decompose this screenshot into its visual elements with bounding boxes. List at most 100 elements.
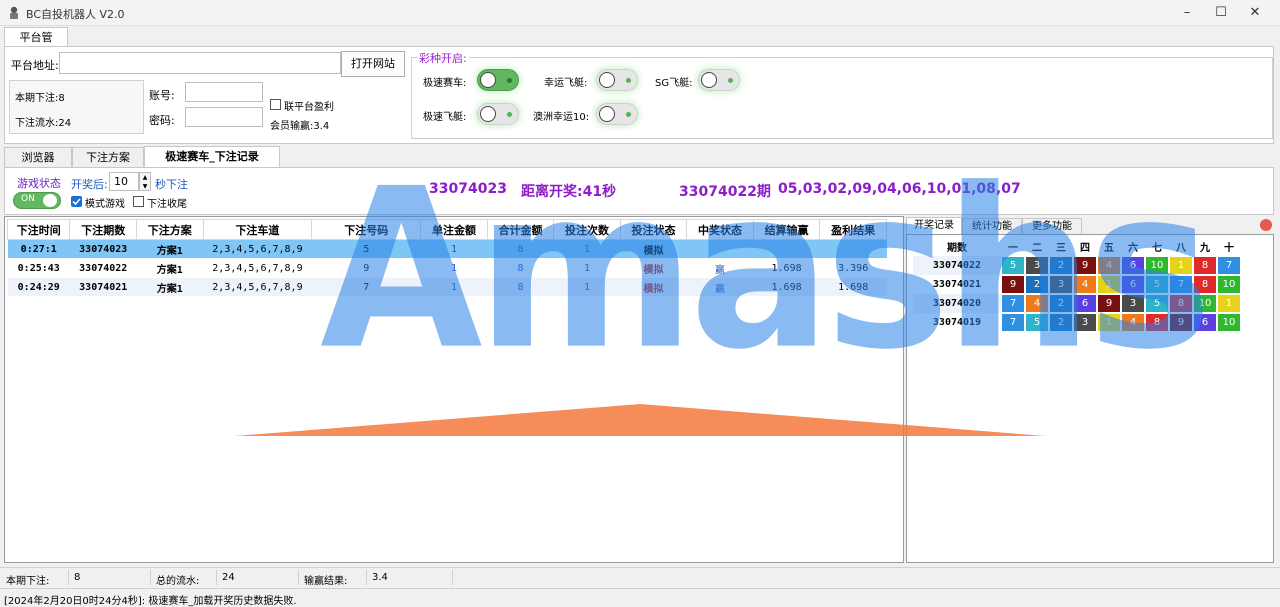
- position-header: 十: [1224, 243, 1234, 254]
- seconds-input[interactable]: [109, 172, 139, 191]
- draw-table-header: 期数 一 二 三 四 五 六 七 八 九 十: [913, 237, 1241, 256]
- tab-draw-record[interactable]: 开奖记录: [906, 217, 962, 234]
- draw-row[interactable]: 33074019 7 5 2 3 1 4 8 9 6 10: [913, 313, 1241, 332]
- lottery-group-legend: 彩种开启:: [417, 50, 469, 66]
- switch-knob: [480, 106, 496, 122]
- column-header[interactable]: 下注号码: [311, 219, 422, 240]
- open-site-button[interactable]: 打开网站: [341, 51, 405, 77]
- switch-sg-boat[interactable]: [698, 69, 740, 91]
- ball-number: 4: [1026, 295, 1048, 312]
- tab-more[interactable]: 更多功能: [1022, 218, 1082, 234]
- tab-browser[interactable]: 浏览器: [4, 147, 72, 167]
- switch-speed-boat[interactable]: [477, 103, 519, 125]
- game-status-toggle[interactable]: ON: [13, 192, 61, 209]
- close-button[interactable]: ✕: [1232, 0, 1278, 26]
- table-cell: 9: [311, 258, 421, 278]
- table-cell: 1: [553, 239, 621, 259]
- column-header[interactable]: 投注次数: [553, 219, 621, 240]
- ball-number: 2: [1026, 276, 1048, 293]
- controls-row: 游戏状态 ON 开奖后: ▲▼ 秒下注 模式游戏 下注收尾 33074023 距…: [4, 167, 1274, 215]
- ball-number: 1: [1218, 295, 1240, 312]
- table-cell: 赢: [686, 277, 754, 297]
- ball-number: 5: [1146, 295, 1168, 312]
- lottery-group: [411, 57, 1273, 139]
- switch-dot: [507, 78, 512, 83]
- seconds-spinner[interactable]: ▲ ▼: [139, 172, 151, 191]
- draw-panel: 期数一二三四五六七八九十 33074022 5 3 2 9 4 6 10 1 8 7 33074021…: [906, 234, 1274, 563]
- status-bar: 本期下注: 8 总的流水: 24 输赢结果: 3.4: [0, 567, 1280, 587]
- switch-lucky-boat[interactable]: [596, 69, 638, 91]
- table-row[interactable]: 0:27:1 33074023 方案1 2,3,4,5,6,7,8,9 5 1 8 1 模拟: [7, 239, 887, 259]
- draw-row[interactable]: 33074022 5 3 2 9 4 6 10 1 8 7: [913, 256, 1241, 275]
- column-header[interactable]: 合计金额: [486, 219, 555, 240]
- ball-number: 4: [1074, 276, 1096, 293]
- status-indicator-icon: [1260, 219, 1272, 231]
- table-cell: 方案1: [136, 277, 204, 297]
- mode-game-label: 模式游戏: [85, 199, 125, 210]
- ball-number: 1: [1170, 257, 1192, 274]
- ball-cell: 5: [1145, 294, 1169, 313]
- column-header[interactable]: 中奖状态: [686, 219, 754, 240]
- table-cell: 模拟: [620, 277, 687, 297]
- tab-statistics[interactable]: 统计功能: [962, 218, 1022, 234]
- switch-aus-lucky10[interactable]: [596, 103, 638, 125]
- password-input[interactable]: [185, 107, 263, 127]
- tab-platform-manage[interactable]: 平台管理: [4, 27, 68, 63]
- countdown: 距离开奖:41秒: [521, 184, 617, 200]
- ball-cell: 7: [1001, 313, 1025, 332]
- address-input[interactable]: [59, 52, 341, 74]
- tab-bet-plan[interactable]: 下注方案: [72, 147, 144, 167]
- close-tail-checkbox[interactable]: [133, 196, 144, 207]
- ball-number: 4: [1122, 314, 1144, 331]
- close-tail-label: 下注收尾: [147, 199, 187, 210]
- table-row[interactable]: 0:24:29 33074021 方案1 2,3,4,5,6,7,8,9 7 1 8 1 模拟赢…: [7, 277, 887, 297]
- last-issue: 33074022期: [679, 184, 771, 200]
- column-header[interactable]: 下注时间: [6, 219, 71, 240]
- tab-bet-record[interactable]: 极速赛车_下注记录: [144, 146, 280, 167]
- column-header[interactable]: 下注车道: [202, 219, 313, 240]
- account-input[interactable]: [185, 82, 263, 102]
- ball-number: 8: [1146, 314, 1168, 331]
- table-cell: 0:25:43: [7, 258, 70, 278]
- position-header: 七: [1152, 243, 1162, 254]
- table-cell: 1: [553, 258, 621, 278]
- ball-cell: 1: [1217, 294, 1241, 313]
- ball-cell: 9: [1169, 313, 1193, 332]
- column-header[interactable]: 结算输赢: [752, 219, 821, 240]
- platform-profit-checkbox[interactable]: [270, 99, 281, 110]
- column-header: 期数: [947, 243, 967, 254]
- ball-cell: 4: [1121, 313, 1145, 332]
- ball-cell: 6: [1121, 275, 1145, 294]
- column-header[interactable]: 下注期数: [69, 219, 137, 240]
- ball-number: 3: [1074, 314, 1096, 331]
- column-header[interactable]: 单注金额: [420, 219, 488, 240]
- column-header[interactable]: 下注方案: [136, 219, 204, 240]
- switch-speed-racing[interactable]: [477, 69, 519, 91]
- ball-cell: 3: [1121, 294, 1145, 313]
- issue-cell: 33074022: [913, 256, 1001, 275]
- ball-cell: 6: [1121, 256, 1145, 275]
- column-header[interactable]: 盈利结果: [819, 219, 887, 240]
- draw-row[interactable]: 33074020 7 4 2 6 9 3 5 8 10 1: [913, 294, 1241, 313]
- ball-cell: 8: [1193, 275, 1217, 294]
- status-winloss-label: 输赢结果:: [304, 576, 348, 587]
- platform-panel: 平台地址: 打开网站 本期下注:8 下注流水:24 账号: 密码: 联平台盈利 …: [4, 46, 1274, 144]
- position-header: 五: [1104, 243, 1114, 254]
- ball-number: 6: [1074, 295, 1096, 312]
- table-cell: 8: [487, 277, 554, 297]
- after-draw-label: 开奖后:: [71, 178, 108, 191]
- position-header: 九: [1200, 243, 1210, 254]
- ball-cell: 2: [1025, 275, 1049, 294]
- switch-knob: [701, 72, 717, 88]
- ball-number: 9: [1170, 314, 1192, 331]
- mode-game-checkbox[interactable]: [71, 196, 82, 207]
- table-row[interactable]: 0:25:43 33074022 方案1 2,3,4,5,6,7,8,9 9 1 8 1 模拟赢…: [7, 258, 887, 278]
- ball-number: 2: [1050, 295, 1072, 312]
- column-header[interactable]: 投注状态: [619, 219, 688, 240]
- switch-knob: [599, 72, 615, 88]
- table-cell: 7: [311, 277, 421, 297]
- ball-number: 5: [1002, 257, 1024, 274]
- draw-row[interactable]: 33074021 9 2 3 4 1 6 5 7 8 10: [913, 275, 1241, 294]
- turnover-stat: 下注流水:24: [15, 118, 72, 129]
- table-cell: 1: [420, 239, 488, 259]
